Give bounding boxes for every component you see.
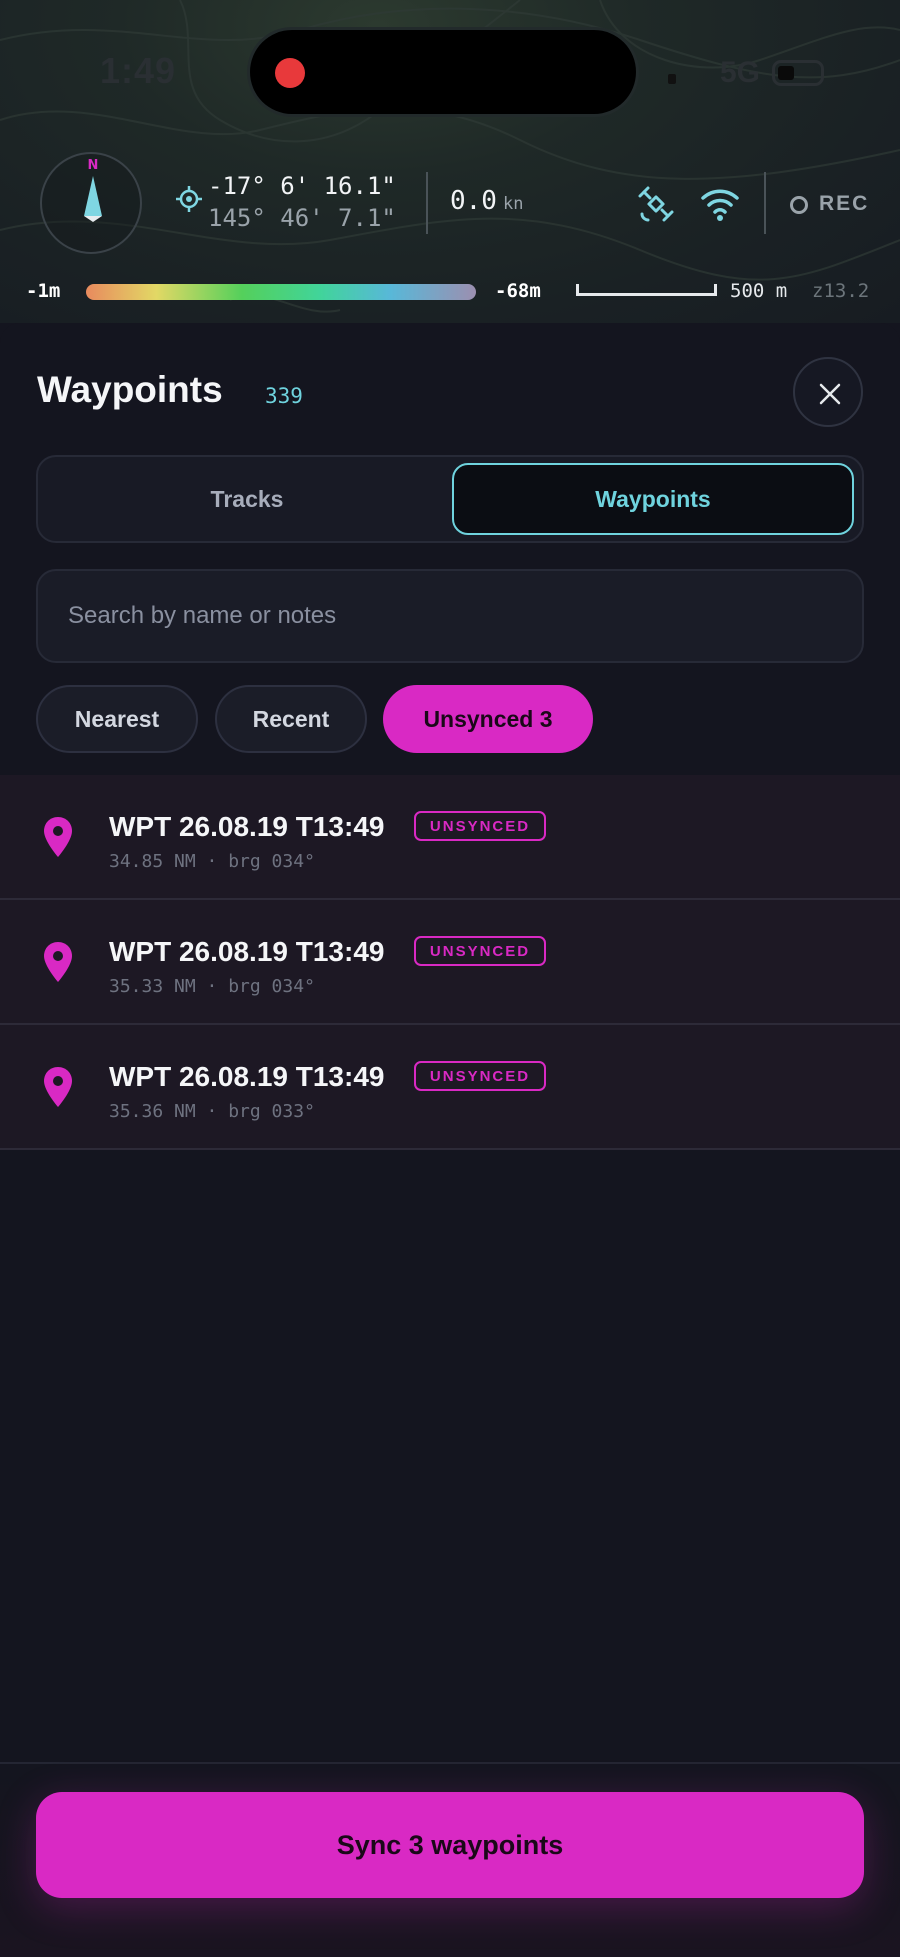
pin-icon	[44, 1067, 72, 1107]
wifi-icon[interactable]	[700, 186, 740, 222]
pin-icon	[44, 942, 72, 982]
tab-waypoints[interactable]: Waypoints	[452, 463, 854, 535]
speed-unit: kn	[502, 194, 524, 214]
search-input[interactable]	[36, 569, 864, 663]
status-badge: UNSYNCED	[414, 936, 546, 966]
record-button-label[interactable]: REC	[819, 192, 869, 216]
list-item[interactable]: WPT 26.08.19 T13:49 UNSYNCED 35.36 NM · …	[0, 1025, 900, 1150]
waypoint-distance-bearing: 35.36 NM · brg 033°	[109, 1101, 315, 1122]
view-segmented-control: Tracks Waypoints	[36, 455, 864, 543]
depth-min-label: -1m	[26, 280, 61, 302]
zoom-level: z13.2	[812, 280, 870, 302]
sheet-title: Waypoints	[37, 369, 223, 410]
list-item[interactable]: WPT 26.08.19 T13:49 UNSYNCED 35.33 NM · …	[0, 900, 900, 1025]
latitude: -17° 6' 16.1"	[208, 172, 396, 200]
dynamic-island	[250, 30, 636, 114]
waypoints-sheet: Waypoints 339 Tracks Waypoints Nearest R…	[0, 323, 900, 1957]
close-button[interactable]	[793, 357, 863, 427]
waypoint-count: 339	[265, 384, 303, 408]
waypoint-name: WPT 26.08.19 T13:49	[109, 1061, 385, 1092]
signal-icon	[668, 74, 676, 84]
filter-recent[interactable]: Recent	[215, 685, 367, 753]
map-header[interactable]: 1:49 5G N -17° 6' 16.1" 145° 46' 7.1" 0.…	[0, 0, 900, 323]
sync-waypoints-button[interactable]: Sync 3 waypoints	[36, 1792, 864, 1898]
pin-icon	[44, 817, 72, 857]
speed-readout: 0.0 kn	[450, 186, 523, 216]
depth-gradient-legend	[86, 284, 476, 300]
satellite-icon[interactable]	[636, 184, 676, 224]
network-label: 5G	[720, 56, 761, 89]
waypoint-name: WPT 26.08.19 T13:49	[109, 936, 385, 967]
waypoint-name: WPT 26.08.19 T13:49	[109, 811, 385, 842]
close-icon	[819, 383, 841, 405]
divider	[764, 172, 766, 234]
compass-north-label: N	[88, 158, 99, 173]
speed-value: 0.0	[450, 186, 497, 216]
list-item[interactable]: WPT 26.08.19 T13:49 UNSYNCED 34.85 NM · …	[0, 775, 900, 900]
filter-unsynced[interactable]: Unsynced 3	[383, 685, 593, 753]
filter-nearest[interactable]: Nearest	[36, 685, 198, 753]
compass-icon[interactable]: N	[40, 152, 142, 254]
waypoint-distance-bearing: 35.33 NM · brg 034°	[109, 976, 315, 997]
waypoint-list: WPT 26.08.19 T13:49 UNSYNCED 34.85 NM · …	[0, 775, 900, 1150]
status-badge: UNSYNCED	[414, 811, 546, 841]
waypoint-distance-bearing: 34.85 NM · brg 034°	[109, 851, 315, 872]
record-icon[interactable]	[790, 196, 808, 214]
target-icon	[176, 186, 202, 212]
scale-bar	[576, 284, 717, 296]
status-badge: UNSYNCED	[414, 1061, 546, 1091]
recording-indicator-icon	[275, 58, 305, 88]
depth-max-label: -68m	[495, 280, 541, 302]
battery-icon	[772, 60, 824, 86]
longitude: 145° 46' 7.1"	[208, 204, 396, 232]
scale-label: 500 m	[730, 280, 788, 302]
status-time: 1:49	[100, 50, 177, 91]
tab-tracks[interactable]: Tracks	[46, 463, 448, 535]
divider	[426, 172, 428, 234]
